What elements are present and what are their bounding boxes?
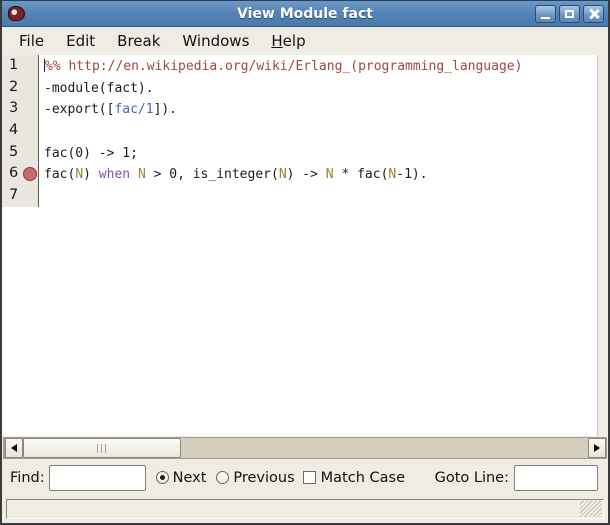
match-case-checkbox[interactable]: [303, 471, 316, 484]
previous-radio[interactable]: [216, 471, 229, 484]
find-label: Find:: [10, 470, 45, 486]
line-code-text: fac(N) when N > 0, is_integer(N) -> N * …: [39, 163, 597, 185]
code-line-5[interactable]: 5fac(0) -> 1;: [2, 142, 597, 164]
line-code-text: -module(fact).: [39, 77, 597, 99]
line-number[interactable]: 3: [2, 98, 39, 120]
goto-group: Goto Line:: [435, 465, 598, 491]
resize-grip-icon[interactable]: [580, 501, 602, 517]
window-controls: [535, 5, 604, 23]
line-code-text: fac(0) -> 1;: [39, 142, 597, 164]
close-icon: [589, 9, 599, 19]
arrow-right-icon: [594, 444, 600, 452]
find-bar: Find: Next Previous Match Case Goto Line…: [2, 459, 608, 496]
scroll-right-button[interactable]: [588, 438, 606, 458]
line-number[interactable]: 1: [2, 55, 39, 77]
menu-item-windows[interactable]: Windows: [171, 29, 260, 53]
code-line-6[interactable]: 6fac(N) when N > 0, is_integer(N) -> N *…: [2, 163, 597, 185]
maximize-button[interactable]: [559, 5, 580, 23]
maximize-icon: [565, 10, 574, 18]
line-code-text: -export([fac/1]).: [39, 98, 597, 120]
close-button[interactable]: [583, 5, 604, 23]
next-radio[interactable]: [156, 471, 169, 484]
code-line-4[interactable]: 4: [2, 120, 597, 142]
minimize-icon: [541, 17, 550, 19]
window-title: View Module fact: [2, 6, 608, 22]
minimize-button[interactable]: [535, 5, 556, 23]
next-label[interactable]: Next: [173, 470, 207, 486]
line-number[interactable]: 5: [2, 142, 39, 164]
horizontal-scrollbar[interactable]: [3, 437, 607, 459]
status-panel: [6, 499, 604, 519]
view-module-window: View Module fact FileEditBreakWindowsHel…: [0, 0, 610, 525]
goto-line-input[interactable]: [514, 465, 598, 491]
menu-item-file[interactable]: File: [8, 29, 55, 53]
code-lines: 1%% http://en.wikipedia.org/wiki/Erlang_…: [2, 55, 597, 436]
code-line-7[interactable]: 7: [2, 185, 597, 207]
menu-item-edit[interactable]: Edit: [55, 29, 106, 53]
menu-bar: FileEditBreakWindowsHelp: [2, 27, 608, 55]
title-bar: View Module fact: [2, 1, 608, 27]
match-case-label[interactable]: Match Case: [321, 470, 405, 486]
previous-label[interactable]: Previous: [233, 470, 294, 486]
scrollbar-grip-icon: [97, 444, 107, 453]
code-line-3[interactable]: 3-export([fac/1]).: [2, 98, 597, 120]
scrollbar-track[interactable]: [181, 438, 588, 458]
arrow-left-icon: [11, 444, 17, 452]
line-number[interactable]: 2: [2, 77, 39, 99]
code-line-1[interactable]: 1%% http://en.wikipedia.org/wiki/Erlang_…: [2, 55, 597, 77]
line-code-text: [39, 185, 597, 207]
status-bar: [2, 496, 608, 523]
goto-line-label: Goto Line:: [435, 470, 509, 486]
code-area[interactable]: 1%% http://en.wikipedia.org/wiki/Erlang_…: [2, 55, 598, 436]
menu-item-help[interactable]: Help: [260, 29, 316, 53]
line-code-text: %% http://en.wikipedia.org/wiki/Erlang_(…: [39, 55, 597, 77]
line-code-text: [39, 120, 597, 142]
menu-item-break[interactable]: Break: [106, 29, 171, 53]
code-line-2[interactable]: 2-module(fact).: [2, 77, 597, 99]
scroll-left-button[interactable]: [5, 438, 23, 458]
line-number[interactable]: 4: [2, 120, 39, 142]
find-input[interactable]: [49, 465, 146, 491]
line-number[interactable]: 7: [2, 185, 39, 207]
scrollbar-thumb[interactable]: [23, 438, 181, 458]
